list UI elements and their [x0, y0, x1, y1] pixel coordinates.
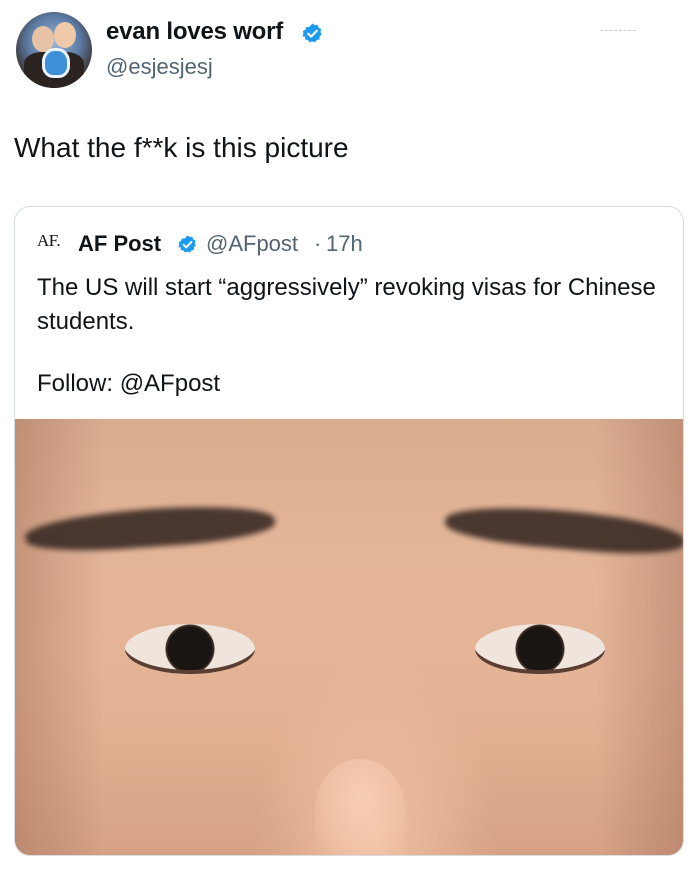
quoted-media-image[interactable] [15, 419, 683, 855]
tweet: evan loves worf @esjesjesj What the f**k… [0, 0, 700, 870]
author-display-name[interactable]: evan loves worf [106, 18, 283, 46]
quoted-avatar[interactable]: AF. [37, 231, 71, 255]
verified-badge-icon [302, 23, 322, 43]
avatar-plush [42, 48, 70, 78]
tweet-text: What the f**k is this picture [14, 132, 349, 163]
avatar-face [54, 22, 76, 48]
quoted-follow-line: Follow: @AFpost [37, 370, 221, 397]
face-shadow [595, 419, 683, 855]
nose [315, 759, 405, 855]
eye-right [475, 624, 605, 674]
more-options-icon[interactable] [600, 30, 636, 33]
quoted-text: The US will start “aggressively” revokin… [37, 274, 656, 335]
verified-badge-icon [178, 235, 196, 253]
eye-left [125, 624, 255, 674]
face-shadow [15, 419, 105, 855]
quoted-display-name[interactable]: AF Post [78, 231, 161, 257]
quoted-tweet-card[interactable]: AF. AF Post @AFpost · 17h The US will st… [14, 206, 684, 856]
separator-dot: · [314, 231, 322, 256]
author-avatar[interactable] [16, 12, 92, 88]
author-handle[interactable]: @esjesjesj [106, 54, 213, 80]
quoted-timestamp[interactable]: 17h [326, 231, 363, 257]
quoted-handle[interactable]: @AFpost [206, 231, 298, 257]
